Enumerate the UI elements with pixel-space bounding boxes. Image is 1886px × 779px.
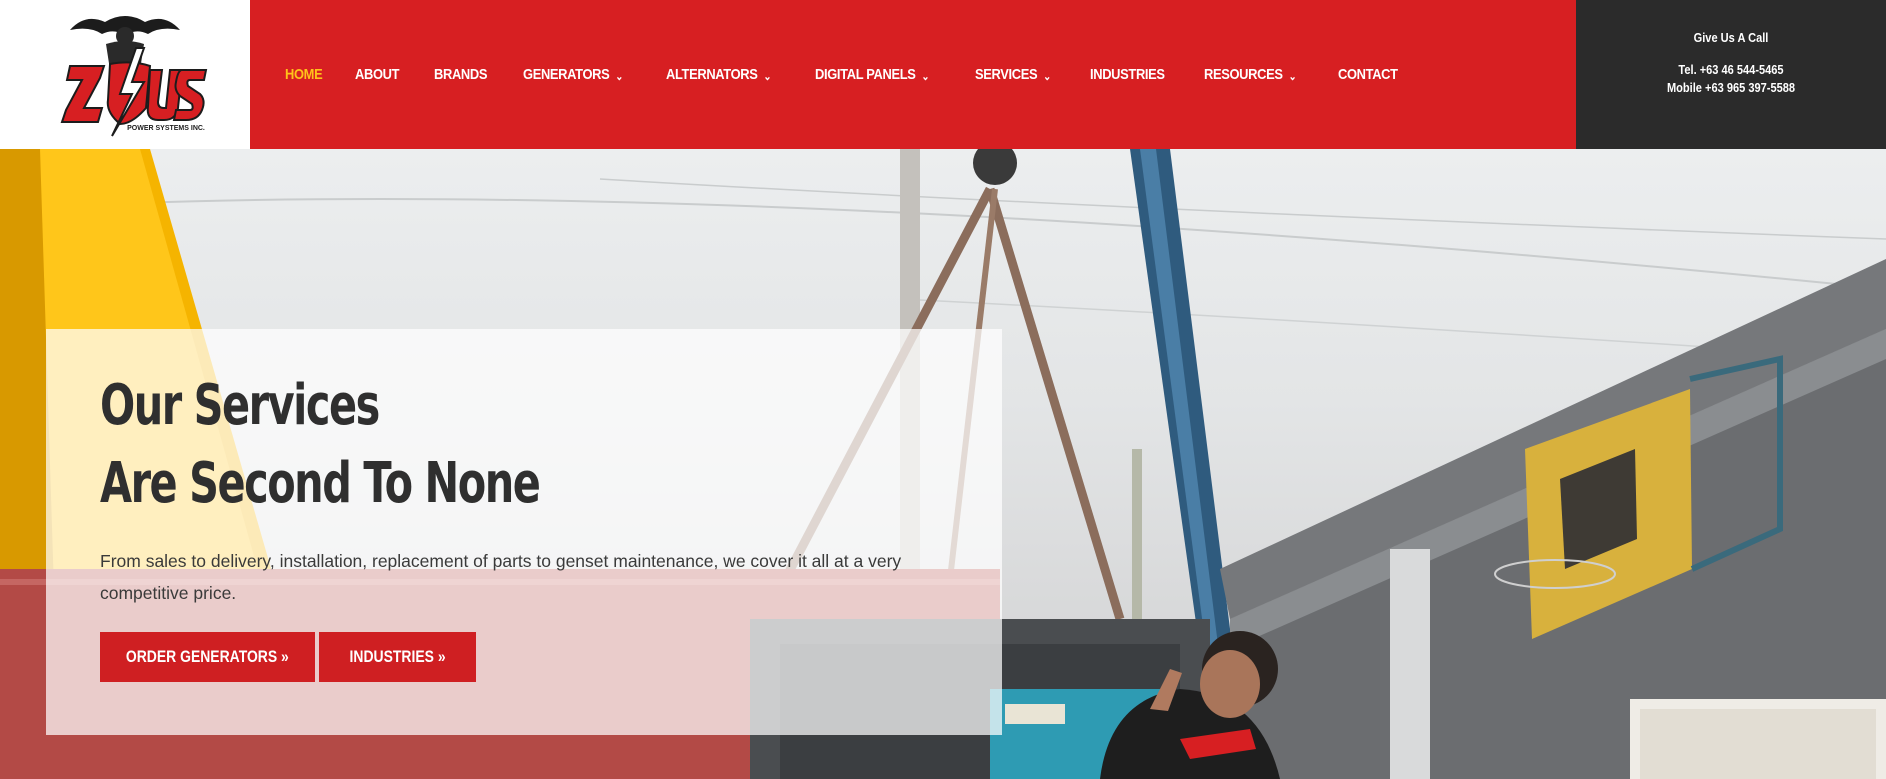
nav-item-label: DIGITAL PANELS — [815, 66, 916, 83]
nav-item-label: BRANDS — [433, 66, 487, 83]
nav-item-label: ALTERNATORS — [665, 66, 758, 83]
nav-item-label: INDUSTRIES — [1090, 66, 1165, 83]
contact-title: Give Us A Call — [1693, 30, 1769, 45]
nav-item-generators[interactable]: GENERATORS ⌄ — [523, 66, 623, 83]
nav-item-brands[interactable]: BRANDS — [434, 66, 487, 83]
nav-item-alternators[interactable]: ALTERNATORS ⌄ — [666, 66, 771, 83]
nav-item-contact[interactable]: CONTACT — [1338, 66, 1398, 83]
nav-item-home[interactable]: HOME — [285, 66, 323, 83]
site-header: POWER SYSTEMS INC. HOME ABOUT BRANDS GENERA… — [0, 0, 1886, 149]
hero-card: Our Services Are Second To None From sal… — [46, 329, 1002, 735]
nav-item-label: GENERATORS — [522, 66, 610, 83]
zeus-logo-icon: POWER SYSTEMS INC. — [60, 16, 208, 137]
nav-item-label: SERVICES — [974, 66, 1038, 83]
nav-item-label: HOME — [285, 66, 323, 83]
main-nav: HOME ABOUT BRANDS GENERATORS ⌄ ALTERNATORS ⌄ DI… — [250, 0, 1576, 149]
hero-title: Our Services Are Second To None — [100, 367, 541, 523]
logo[interactable]: POWER SYSTEMS INC. — [0, 0, 250, 149]
nav-item-label: RESOURCES — [1203, 66, 1283, 83]
logo-tagline: POWER SYSTEMS INC. — [127, 125, 205, 132]
chevron-down-icon[interactable]: ⌄ — [615, 70, 623, 83]
hero-description: From sales to delivery, installation, re… — [100, 551, 902, 603]
nav-item-label: ABOUT — [355, 66, 400, 83]
nav-item-industries[interactable]: INDUSTRIES — [1090, 66, 1165, 83]
industries-label: INDUSTRIES » — [349, 647, 446, 666]
hero-title-line-1: Our Services — [100, 373, 380, 438]
order-generators-button[interactable]: ORDER GENERATORS » — [100, 632, 315, 682]
nav-item-services[interactable]: SERVICES ⌄ — [975, 66, 1051, 83]
nav-item-about[interactable]: ABOUT — [355, 66, 399, 83]
industries-button[interactable]: INDUSTRIES » — [319, 632, 476, 682]
page: POWER SYSTEMS INC. HOME ABOUT BRANDS GENERA… — [0, 0, 1886, 779]
hero-section: Our Services Are Second To None From sal… — [0, 149, 1886, 779]
hero-title-line-2: Are Second To None — [100, 451, 541, 516]
nav-item-digital-panels[interactable]: DIGITAL PANELS ⌄ — [815, 66, 929, 83]
chevron-down-icon[interactable]: ⌄ — [1289, 70, 1297, 83]
chevron-down-icon[interactable]: ⌄ — [763, 70, 771, 83]
contact-box: Give Us A Call Tel. +63 46 544-5465 Mobi… — [1576, 0, 1886, 149]
chevron-down-icon[interactable]: ⌄ — [1043, 70, 1051, 83]
contact-mobile[interactable]: Mobile +63 965 397-5588 — [1599, 79, 1863, 97]
nav-item-resources[interactable]: RESOURCES ⌄ — [1203, 66, 1297, 83]
chevron-down-icon[interactable]: ⌄ — [922, 70, 930, 83]
nav-item-label: CONTACT — [1338, 66, 1398, 83]
contact-tel[interactable]: Tel. +63 46 544-5465 — [1599, 61, 1863, 79]
order-generators-label: ORDER GENERATORS » — [126, 647, 289, 666]
